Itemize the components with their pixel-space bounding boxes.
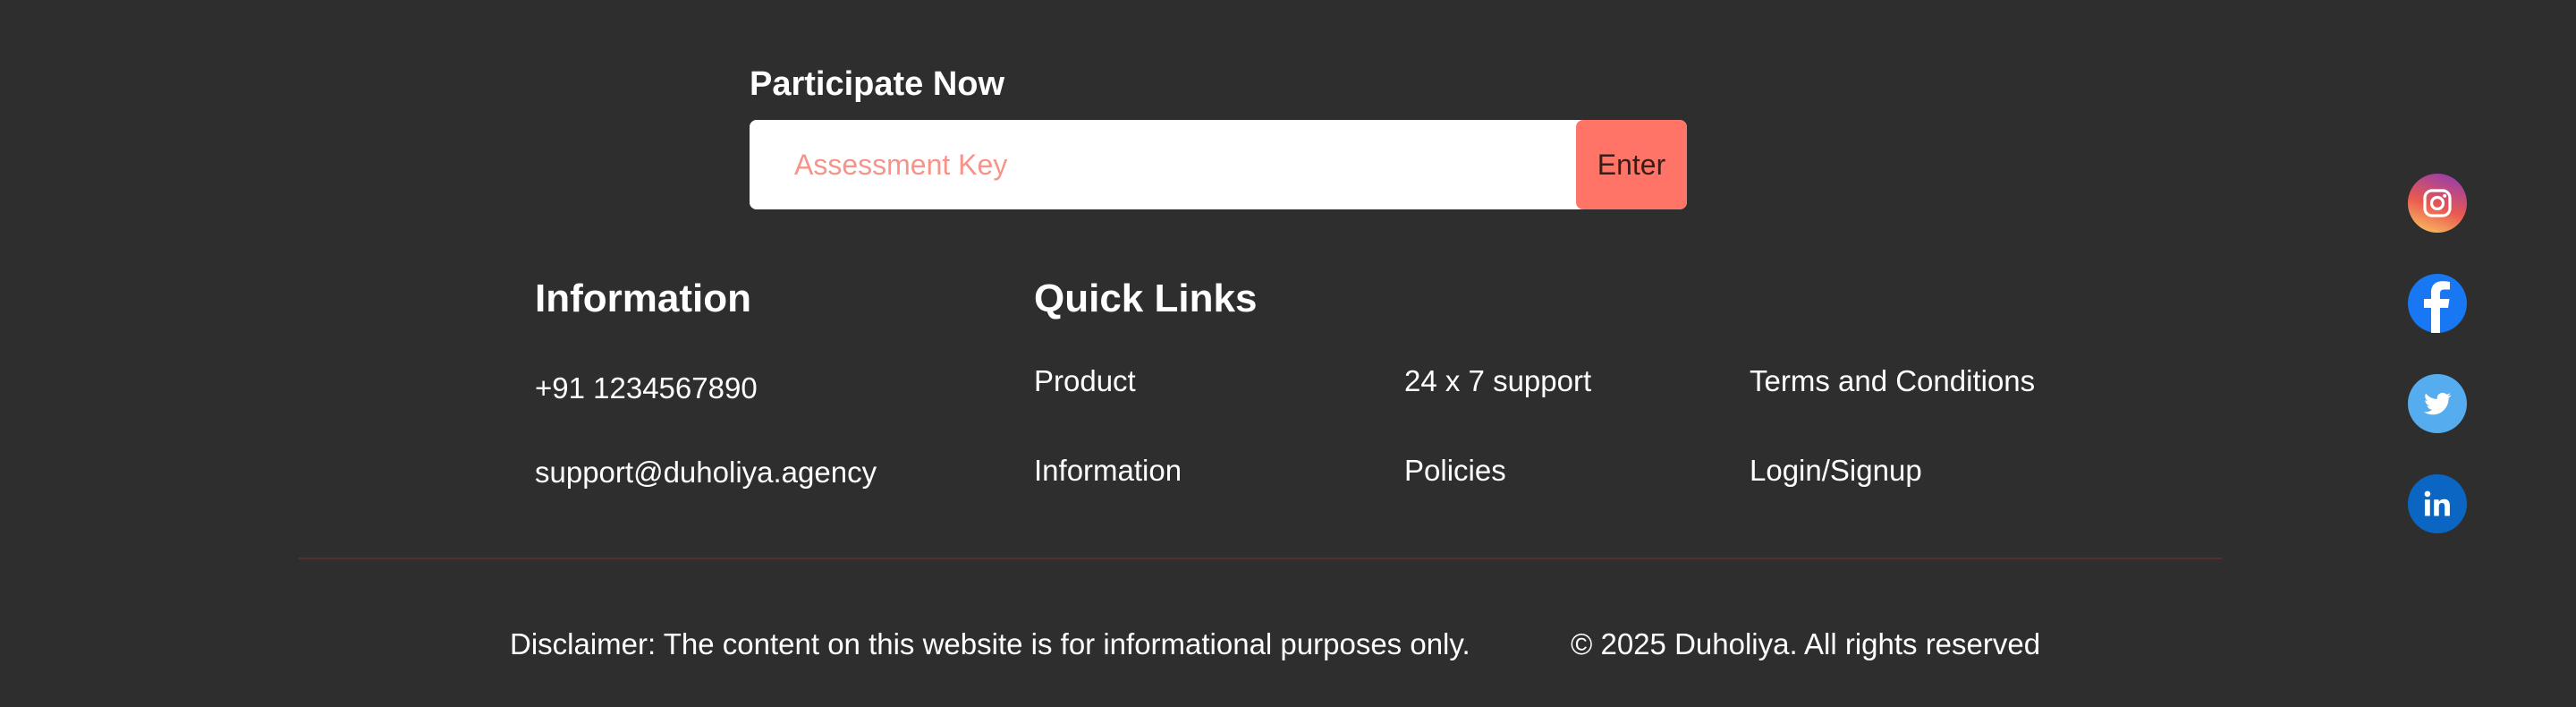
quick-links-heading: Quick Links	[1034, 277, 1258, 320]
quick-link-login-signup[interactable]: Login/Signup	[1750, 451, 1922, 490]
quick-link-policies[interactable]: Policies	[1404, 451, 1506, 490]
quick-link-support[interactable]: 24 x 7 support	[1404, 362, 1591, 401]
disclaimer-text: Disclaimer: The content on this website …	[510, 627, 1470, 660]
linkedin-icon	[2424, 490, 2450, 516]
quick-link-product[interactable]: Product	[1034, 362, 1136, 401]
twitter-link[interactable]	[2408, 374, 2467, 433]
footer-divider	[299, 558, 2222, 559]
quick-link-information[interactable]: Information	[1034, 451, 1182, 490]
facebook-icon	[2424, 281, 2450, 333]
facebook-link[interactable]	[2408, 274, 2467, 333]
quick-link-terms[interactable]: Terms and Conditions	[1750, 362, 2035, 401]
copyright-text: © 2025 Duholiya. All rights reserved	[1571, 627, 2041, 660]
participate-section: Participate Now Enter	[750, 61, 1687, 209]
information-heading: Information	[535, 277, 751, 320]
twitter-icon	[2424, 392, 2452, 415]
assessment-key-input[interactable]	[750, 120, 1576, 209]
enter-button[interactable]: Enter	[1576, 120, 1687, 209]
instagram-icon	[2423, 189, 2452, 217]
instagram-link[interactable]	[2408, 174, 2467, 233]
linkedin-link[interactable]	[2408, 474, 2467, 533]
email-link[interactable]: support@duholiya.agency	[535, 453, 877, 492]
phone-link[interactable]: +91 1234567890	[535, 369, 758, 408]
participate-title: Participate Now	[750, 65, 1005, 103]
assessment-key-form: Enter	[750, 120, 1687, 209]
